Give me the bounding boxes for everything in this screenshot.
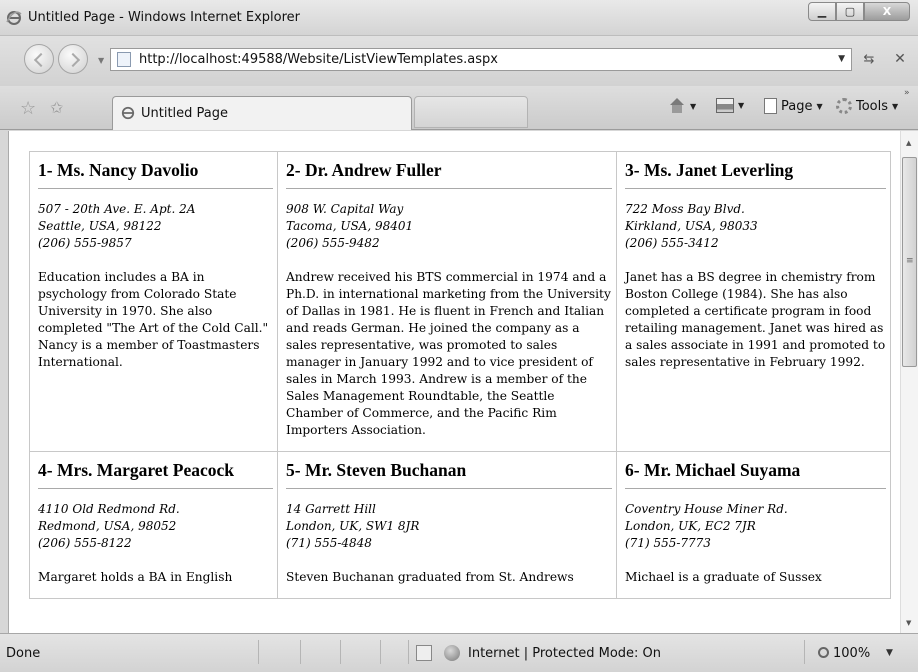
page-menu-icon xyxy=(764,98,777,114)
employee-address-line2: Kirkland, USA, 98033 xyxy=(625,219,758,233)
employee-card: 6- Mr. Michael Suyama Coventry House Min… xyxy=(616,451,891,599)
tab-label: Untitled Page xyxy=(141,106,229,121)
employee-listview: 1- Ms. Nancy Davolio 507 - 20th Ave. E. … xyxy=(29,151,891,599)
employee-card: 4- Mrs. Margaret Peacock 4110 Old Redmon… xyxy=(29,451,278,599)
minimize-button[interactable]: ▁ xyxy=(808,2,836,21)
status-divider xyxy=(258,640,259,664)
employee-address-line2: London, UK, EC2 7JR xyxy=(625,519,756,533)
employee-address-line2: London, UK, SW1 8JR xyxy=(286,519,420,533)
window-controls: ▁ ▢ X xyxy=(808,2,910,22)
new-tab-button[interactable] xyxy=(414,96,528,128)
employee-phone: (71) 555-4848 xyxy=(286,536,372,550)
listview-row: 4- Mrs. Margaret Peacock 4110 Old Redmon… xyxy=(29,451,891,599)
employee-name: 1- Ms. Nancy Davolio xyxy=(38,158,273,189)
employee-address-line1: 14 Garrett Hill xyxy=(286,502,376,516)
vertical-scrollbar[interactable]: ▲ ≡ ▼ xyxy=(900,131,918,633)
home-icon xyxy=(668,98,686,114)
employee-name: 3- Ms. Janet Leverling xyxy=(625,158,886,189)
page-menu-label: Page xyxy=(781,98,813,114)
tools-gear-icon xyxy=(836,98,852,114)
listview-row: 1- Ms. Nancy Davolio 507 - 20th Ave. E. … xyxy=(29,151,891,452)
security-zone-icon[interactable] xyxy=(416,645,432,661)
status-text: Done xyxy=(6,646,41,661)
page-chevron-down-icon: ▼ xyxy=(816,101,823,111)
close-button[interactable]: X xyxy=(864,2,910,21)
tab-bar: ☆ ✩ Untitled Page ▼ ▼ Page ▼ Tools ▼ » xyxy=(0,86,918,130)
maximize-button[interactable]: ▢ xyxy=(836,2,864,21)
employee-notes: Andrew received his BTS commercial in 19… xyxy=(286,270,611,437)
employee-address-line1: 722 Moss Bay Blvd. xyxy=(625,202,745,216)
status-divider xyxy=(340,640,341,664)
home-button[interactable]: ▼ xyxy=(668,98,696,114)
scroll-thumb[interactable]: ≡ xyxy=(902,157,917,367)
employee-name: 6- Mr. Michael Suyama xyxy=(625,458,886,489)
title-bar: Untitled Page - Windows Internet Explore… xyxy=(0,0,918,36)
employee-name: 5- Mr. Steven Buchanan xyxy=(286,458,612,489)
employee-phone: (206) 555-3412 xyxy=(625,236,719,250)
ie-logo-icon xyxy=(6,11,22,25)
status-divider xyxy=(804,640,805,664)
tools-chevron-down-icon: ▼ xyxy=(892,101,899,111)
home-chevron-down-icon[interactable]: ▼ xyxy=(690,102,696,111)
employee-card: 1- Ms. Nancy Davolio 507 - 20th Ave. E. … xyxy=(29,151,278,452)
page-content: 1- Ms. Nancy Davolio 507 - 20th Ave. E. … xyxy=(8,131,918,633)
employee-card: 2- Dr. Andrew Fuller 908 W. Capital Way … xyxy=(277,151,617,452)
internet-globe-icon xyxy=(444,645,460,661)
print-button[interactable]: ▼ xyxy=(716,98,744,113)
print-icon xyxy=(716,98,734,113)
forward-button[interactable] xyxy=(58,44,88,74)
employee-address-line2: Seattle, USA, 98122 xyxy=(38,219,162,233)
employee-card: 5- Mr. Steven Buchanan 14 Garrett Hill L… xyxy=(277,451,617,599)
employee-address-line2: Tacoma, USA, 98401 xyxy=(286,219,414,233)
print-chevron-down-icon[interactable]: ▼ xyxy=(738,101,744,110)
tools-menu-label: Tools xyxy=(856,98,889,114)
zoom-chevron-down-icon[interactable]: ▼ xyxy=(886,648,893,658)
address-url[interactable]: http://localhost:49588/Website/ListViewT… xyxy=(139,52,498,67)
employee-phone: (206) 555-8122 xyxy=(38,536,132,550)
employee-notes: Michael is a graduate of Sussex xyxy=(625,570,822,584)
address-dropdown-chevron-down-icon[interactable]: ▼ xyxy=(838,54,845,64)
employee-phone: (206) 555-9857 xyxy=(38,236,132,250)
scroll-down-arrow-icon[interactable]: ▼ xyxy=(906,619,911,627)
employee-address-line1: 507 - 20th Ave. E. Apt. 2A xyxy=(38,202,196,216)
refresh-icon[interactable]: ⇆ xyxy=(856,48,882,71)
ie-tab-icon xyxy=(121,106,135,120)
status-divider xyxy=(300,640,301,664)
employee-notes: Margaret holds a BA in English xyxy=(38,570,233,584)
page-icon xyxy=(117,52,131,67)
back-button[interactable] xyxy=(24,44,54,74)
scroll-grip-icon: ≡ xyxy=(906,256,914,266)
favorites-star-icon[interactable]: ☆ xyxy=(20,98,36,119)
employee-notes: Education includes a BA in psychology fr… xyxy=(38,270,269,369)
window-title: Untitled Page - Windows Internet Explore… xyxy=(28,10,301,25)
status-divider xyxy=(408,640,409,664)
stop-icon[interactable]: ✕ xyxy=(888,48,912,71)
employee-notes: Steven Buchanan graduated from St. Andre… xyxy=(286,570,574,584)
employee-address-line2: Redmond, USA, 98052 xyxy=(38,519,177,533)
employee-name: 2- Dr. Andrew Fuller xyxy=(286,158,612,189)
status-bar: Done Internet | Protected Mode: On 100% … xyxy=(0,633,918,672)
page-menu-button[interactable]: Page ▼ xyxy=(764,98,823,114)
navigation-bar: ▼ http://localhost:49588/Website/ListVie… xyxy=(0,36,918,86)
tools-menu-button[interactable]: Tools ▼ xyxy=(836,98,898,114)
add-favorites-icon[interactable]: ✩ xyxy=(50,98,63,117)
address-bar[interactable]: http://localhost:49588/Website/ListViewT… xyxy=(110,48,852,71)
employee-address-line1: Coventry House Miner Rd. xyxy=(625,502,788,516)
employee-phone: (71) 555-7773 xyxy=(625,536,711,550)
zoom-text: 100% xyxy=(833,646,871,661)
zoom-magnifier-icon xyxy=(818,647,829,658)
security-zone-text[interactable]: Internet | Protected Mode: On xyxy=(468,646,661,661)
more-commands-chevron-icon[interactable]: » xyxy=(904,88,910,98)
employee-address-line1: 4110 Old Redmond Rd. xyxy=(38,502,180,516)
scroll-up-arrow-icon[interactable]: ▲ xyxy=(906,139,911,147)
employee-address-line1: 908 W. Capital Way xyxy=(286,202,404,216)
employee-phone: (206) 555-9482 xyxy=(286,236,380,250)
employee-name: 4- Mrs. Margaret Peacock xyxy=(38,458,273,489)
status-divider xyxy=(380,640,381,664)
employee-card: 3- Ms. Janet Leverling 722 Moss Bay Blvd… xyxy=(616,151,891,452)
employee-notes: Janet has a BS degree in chemistry from … xyxy=(625,270,886,369)
zoom-level[interactable]: 100% xyxy=(818,646,870,661)
recent-pages-chevron-down-icon[interactable]: ▼ xyxy=(98,56,104,65)
tab-untitled-page[interactable]: Untitled Page xyxy=(112,96,412,130)
